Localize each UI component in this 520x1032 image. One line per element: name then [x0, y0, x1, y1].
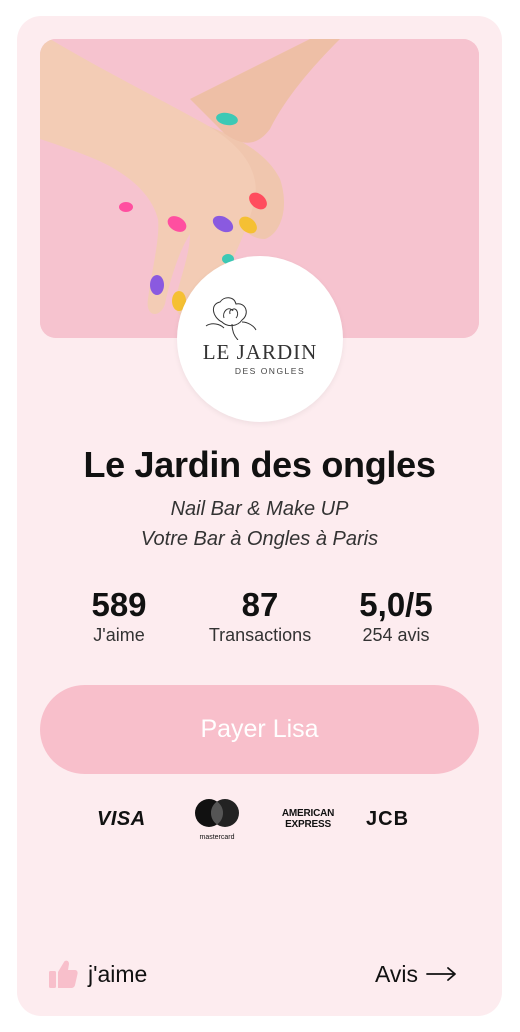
reviews-link[interactable]: Avis	[375, 956, 458, 992]
stat-value: 87	[241, 586, 279, 623]
mastercard-logo: mastercard	[191, 798, 243, 841]
logo-subtitle: DES ONGLES	[234, 366, 306, 376]
stat-rating: 5,0/5 254 avis	[321, 586, 471, 646]
amex-logo: AMERICAN EXPRESS	[273, 808, 343, 830]
stat-label: 254 avis	[362, 625, 430, 645]
thumbs-up-icon	[49, 960, 78, 988]
jcb-logo: JCB	[366, 808, 410, 830]
stat-likes: 589 J'aime	[44, 586, 194, 646]
logo-wordmark: LE JARDIN	[202, 340, 318, 364]
amex-line-2: EXPRESS	[285, 819, 331, 830]
merchant-tagline-1: Nail Bar & Make UP	[170, 498, 349, 520]
payment-methods: VISA mastercard AMERICAN EXPRESS JCB	[17, 798, 502, 841]
stat-label: Transactions	[208, 625, 312, 645]
stat-transactions: 87 Transactions	[185, 586, 335, 646]
merchant-name: Le Jardin des ongles	[83, 444, 436, 485]
like-button[interactable]: j'aime	[47, 956, 147, 992]
reviews-label: Avis	[375, 960, 419, 987]
stat-value: 5,0/5	[359, 586, 433, 623]
merchant-tagline-2: Votre Bar à Ongles à Paris	[140, 528, 379, 550]
amex-line-1: AMERICAN	[281, 808, 335, 819]
merchant-card: LE JARDIN DES ONGLES Le Jardin des ongle…	[17, 16, 502, 1016]
stat-label: J'aime	[93, 625, 145, 645]
like-label: j'aime	[88, 960, 148, 987]
flower-logo-icon	[205, 297, 257, 340]
merchant-logo: LE JARDIN DES ONGLES	[177, 256, 343, 422]
mastercard-icon	[195, 799, 239, 827]
pay-button[interactable]: Payer Lisa	[40, 685, 479, 774]
arrow-right-icon	[426, 967, 456, 981]
stat-value: 589	[91, 586, 147, 623]
visa-logo: VISA	[97, 808, 146, 830]
mastercard-text: mastercard	[199, 834, 235, 841]
